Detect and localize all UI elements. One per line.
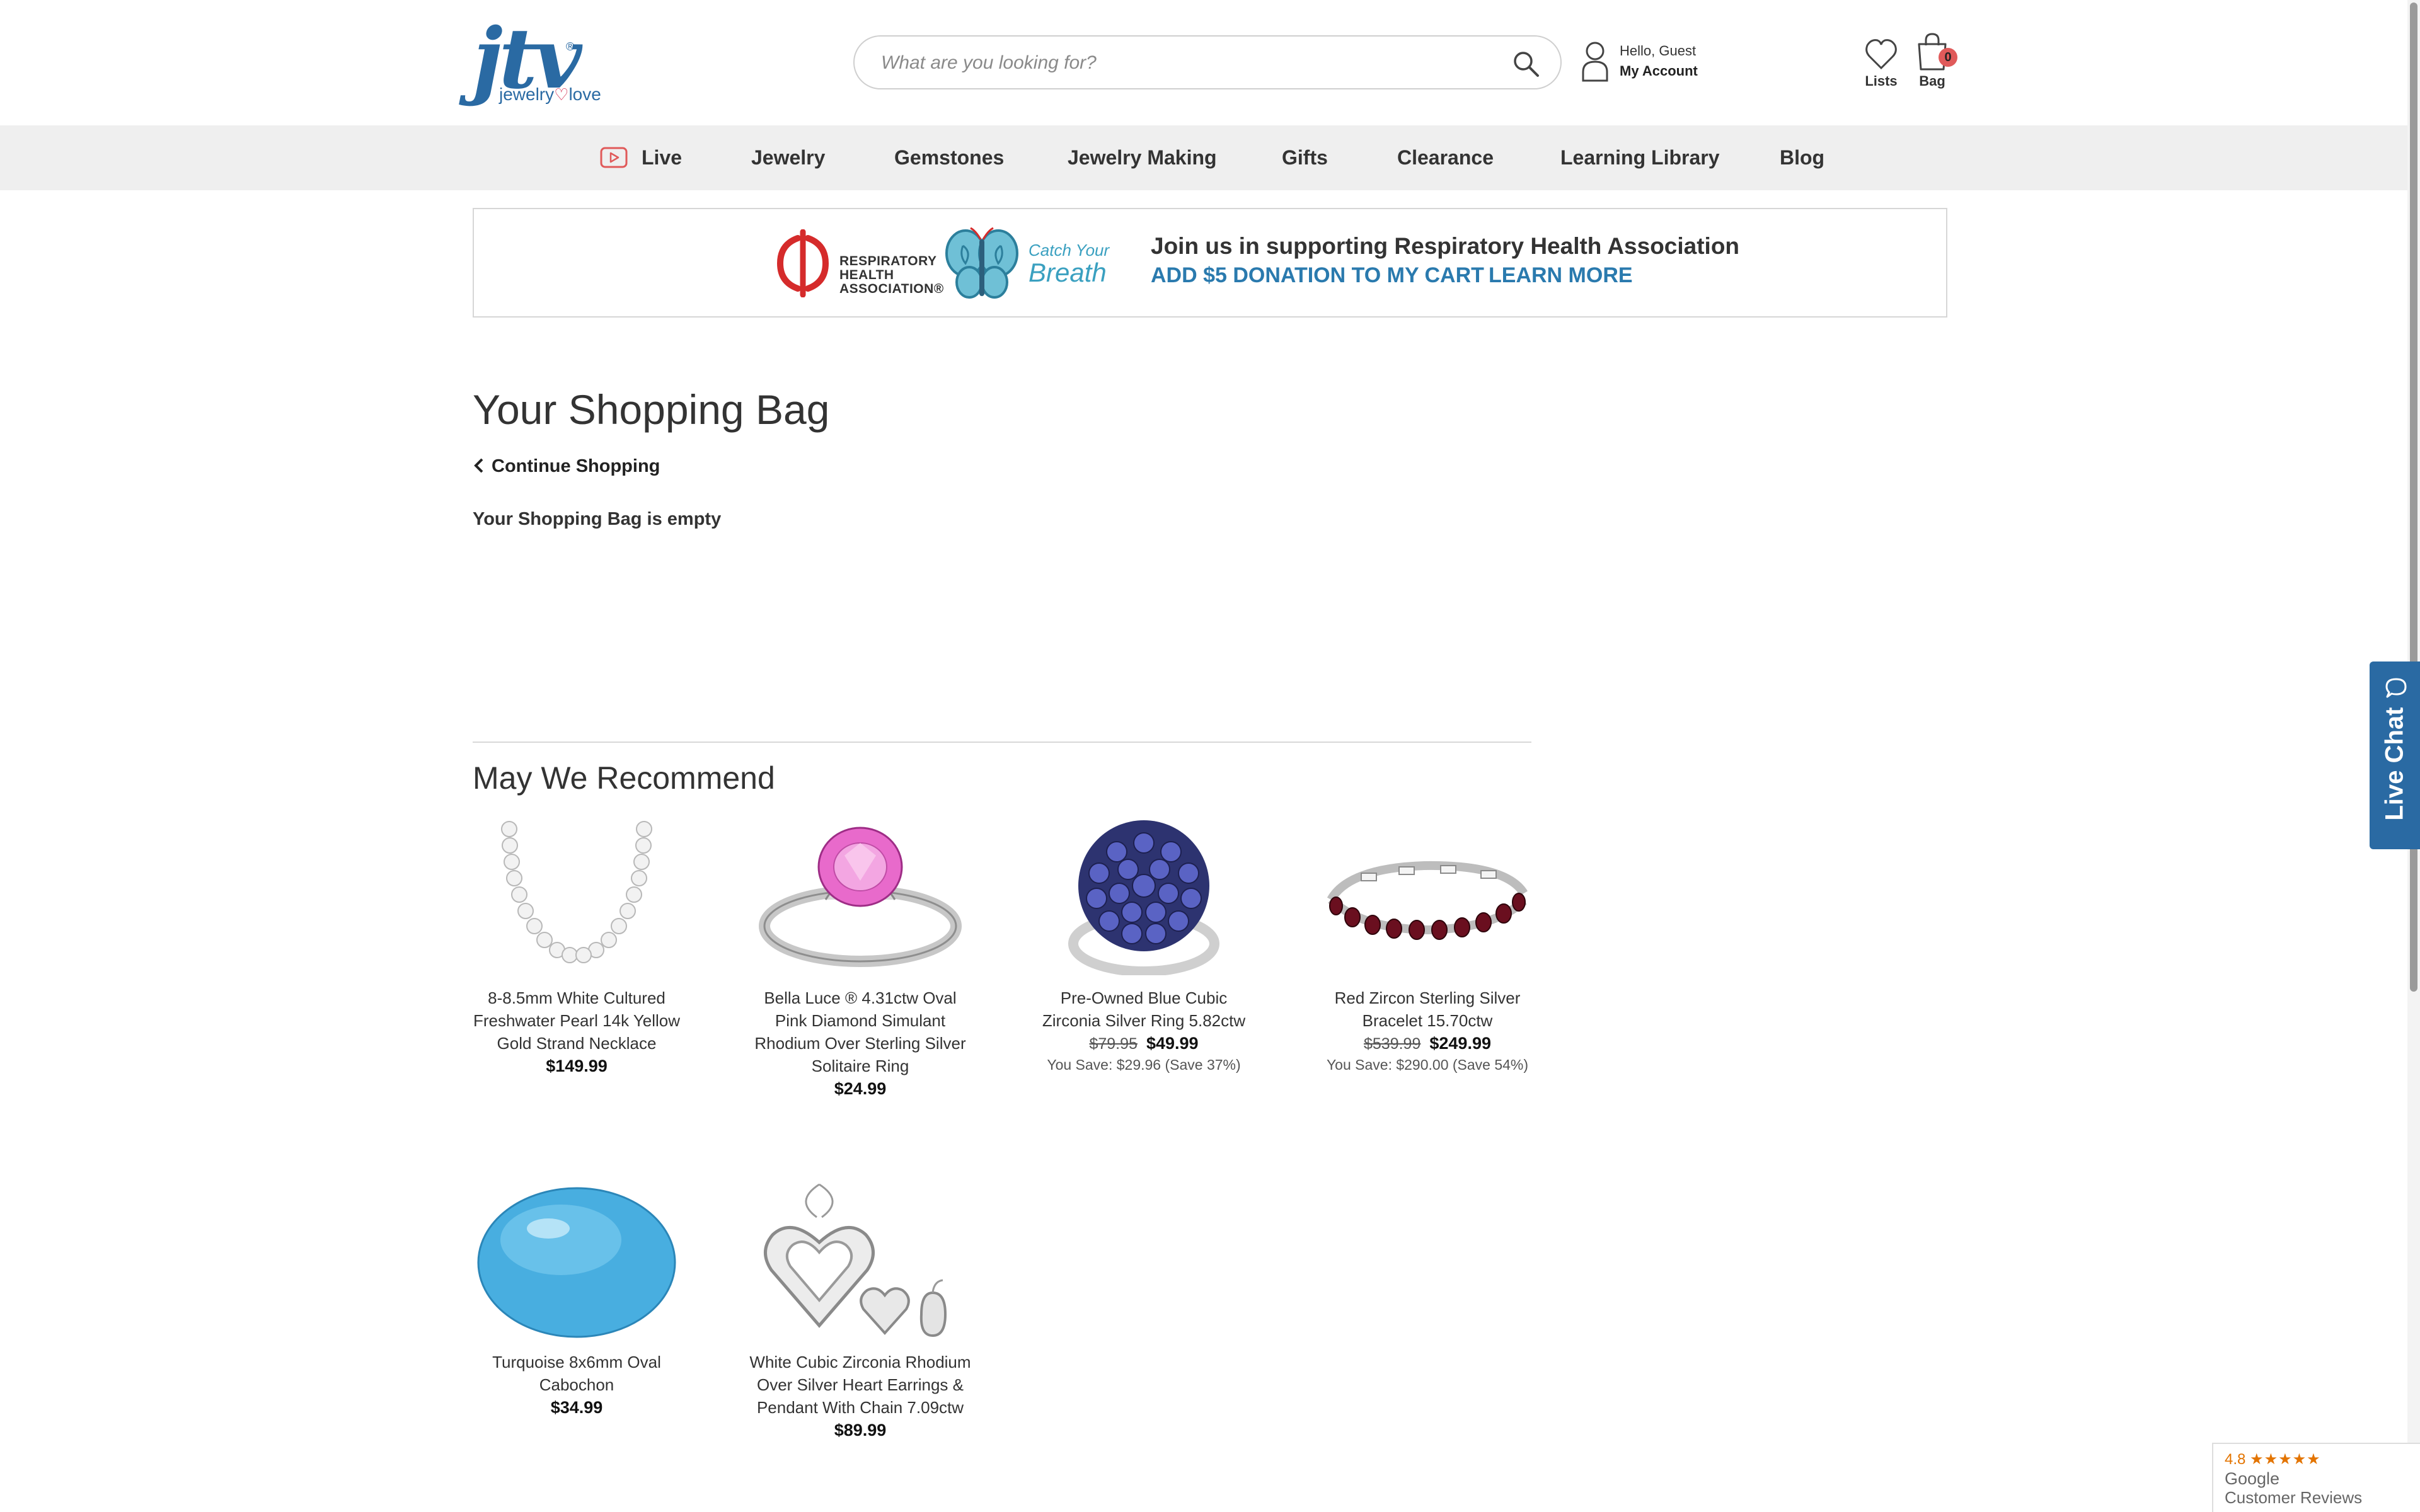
rha-line-1: RESPIRATORY: [839, 254, 937, 268]
price-row: $34.99: [463, 1396, 690, 1419]
live-chat-tab[interactable]: Live Chat: [2370, 662, 2420, 849]
rha-reg-mark: ®: [933, 282, 944, 296]
price-row: $149.99: [463, 1055, 690, 1077]
blue-ring-image: [1068, 820, 1219, 976]
savings-text: You Save: $29.96 (Save 37%): [1047, 1057, 1241, 1073]
product-card-blue-cz-ring[interactable]: Pre-Owned Blue Cubic Zirconia Silver Rin…: [1030, 818, 1257, 1074]
lists-label: Lists: [1865, 73, 1898, 89]
product-image[interactable]: [473, 1182, 681, 1339]
product-image[interactable]: [756, 1182, 964, 1339]
product-price: $149.99: [546, 1057, 608, 1075]
bag-count-badge: 0: [1939, 48, 1957, 67]
product-card-red-bracelet[interactable]: Red Zircon Sterling Silver Bracelet 15.7…: [1314, 818, 1541, 1074]
customer-reviews-label: Customer Reviews: [2225, 1488, 2363, 1507]
product-card-pearl-necklace[interactable]: 8-8.5mm White Cultured Freshwater Pearl …: [463, 818, 690, 1077]
search-input[interactable]: [880, 48, 1487, 78]
product-price: $249.99: [1429, 1034, 1491, 1053]
savings-text: You Save: $290.00 (Save 54%): [1326, 1057, 1529, 1073]
product-name[interactable]: White Cubic Zirconia Rhodium Over Silver…: [747, 1351, 974, 1419]
heart-icon: ♡: [554, 85, 569, 104]
nav-item-clearance[interactable]: Clearance: [1397, 125, 1494, 190]
butterfly-icon: [945, 227, 1018, 299]
catch-your-breath-logo: Catch Your Breath: [1028, 241, 1109, 288]
star-rating-icon: ★★★★★: [2250, 1451, 2321, 1468]
site-header: jtv ® jewelry♡love Hello, Guest My Accou…: [0, 0, 2420, 125]
donation-banner: RESPIRATORY HEALTH ASSOCIATION® Catch Yo…: [473, 208, 1947, 318]
price-row: $79.95 $49.99: [1030, 1032, 1257, 1055]
main-nav: Live Jewelry Gemstones Jewelry Making Gi…: [0, 125, 2420, 190]
play-icon: [600, 147, 628, 168]
nav-item-gemstones[interactable]: Gemstones: [894, 125, 1004, 190]
continue-shopping-label: Continue Shopping: [492, 456, 660, 476]
rha-logo-text: RESPIRATORY HEALTH ASSOCIATION®: [839, 255, 944, 296]
product-card-pink-ring[interactable]: Bella Luce ® 4.31ctw Oval Pink Diamond S…: [747, 818, 974, 1100]
nav-item-blog[interactable]: Blog: [1780, 125, 1824, 190]
rha-line-3: ASSOCIATION: [839, 282, 934, 296]
nav-item-gifts[interactable]: Gifts: [1282, 125, 1328, 190]
rha-line-2: HEALTH: [839, 268, 894, 282]
product-name[interactable]: Turquoise 8x6mm Oval Cabochon: [463, 1351, 690, 1396]
rha-logo-mark: [776, 229, 829, 297]
banner-headline: Join us in supporting Respiratory Health…: [1151, 233, 1740, 259]
heart-set-image: [764, 1183, 947, 1337]
account-menu[interactable]: Hello, Guest My Account: [1581, 39, 1707, 86]
price-row: $89.99: [747, 1419, 974, 1441]
pink-ring-image: [759, 827, 962, 967]
product-image[interactable]: [1323, 818, 1531, 975]
rha-logo: RESPIRATORY HEALTH ASSOCIATION®: [776, 227, 953, 302]
original-price: $79.95: [1089, 1035, 1138, 1053]
recommend-heading: May We Recommend: [473, 760, 775, 796]
breath-text: Breath: [1028, 258, 1107, 287]
nav-item-jewelry[interactable]: Jewelry: [751, 125, 825, 190]
section-divider: [473, 742, 1531, 743]
bag-label: Bag: [1919, 73, 1945, 89]
nav-item-learning-library[interactable]: Learning Library: [1560, 125, 1720, 190]
google-reviews-badge[interactable]: 4.8 ★★★★★ Google Customer Reviews: [2212, 1443, 2420, 1512]
search-icon[interactable]: [1511, 49, 1540, 78]
nav-item-jewelry-making[interactable]: Jewelry Making: [1068, 125, 1217, 190]
turquoise-cabochon-image: [477, 1187, 676, 1338]
empty-bag-message: Your Shopping Bag is empty: [473, 509, 722, 529]
product-image[interactable]: [1040, 818, 1248, 976]
account-greeting: Hello, Guest: [1620, 43, 1697, 59]
price-row: $539.99 $249.99: [1314, 1032, 1541, 1055]
rating-value: 4.8: [2225, 1451, 2246, 1468]
pearl-necklace-image: [501, 821, 652, 963]
google-brand: Google: [2225, 1469, 2280, 1488]
product-price: $24.99: [834, 1079, 887, 1098]
product-name[interactable]: 8-8.5mm White Cultured Freshwater Pearl …: [463, 987, 690, 1055]
product-name[interactable]: Bella Luce ® 4.31ctw Oval Pink Diamond S…: [747, 987, 974, 1077]
product-price: $89.99: [834, 1421, 887, 1440]
product-price: $34.99: [550, 1398, 603, 1417]
jtv-logo[interactable]: jtv ® jewelry♡love: [473, 18, 601, 106]
logo-registered-mark: ®: [566, 40, 575, 53]
price-row: $24.99: [747, 1077, 974, 1100]
lists-button[interactable]: Lists: [1859, 37, 1903, 93]
logo-tagline: jewelry♡love: [499, 84, 601, 105]
nav-item-live[interactable]: Live: [642, 125, 682, 190]
my-account-link[interactable]: My Account: [1620, 63, 1698, 79]
product-image[interactable]: [473, 818, 681, 975]
product-name[interactable]: Pre-Owned Blue Cubic Zirconia Silver Rin…: [1030, 987, 1257, 1032]
live-chat-label: Live Chat: [2380, 707, 2409, 821]
google-rating: 4.8 ★★★★★: [2225, 1450, 2321, 1469]
logo-tagline-jewelry: jewelry: [499, 84, 555, 104]
continue-shopping-link[interactable]: Continue Shopping: [473, 456, 660, 477]
red-bracelet-image: [1327, 861, 1528, 940]
add-donation-link[interactable]: ADD $5 DONATION TO MY CART: [1151, 263, 1484, 288]
original-price: $539.99: [1364, 1035, 1421, 1053]
product-card-turquoise-cabochon[interactable]: Turquoise 8x6mm Oval Cabochon $34.99: [463, 1182, 690, 1419]
product-name[interactable]: Red Zircon Sterling Silver Bracelet 15.7…: [1314, 987, 1541, 1032]
chevron-left-icon: [474, 458, 483, 473]
user-icon: [1582, 42, 1608, 82]
page-title: Your Shopping Bag: [473, 386, 830, 433]
product-card-heart-set[interactable]: White Cubic Zirconia Rhodium Over Silver…: [747, 1182, 974, 1441]
product-image[interactable]: [756, 818, 964, 975]
heart-icon: [1865, 39, 1897, 70]
bag-button[interactable]: 0 Bag: [1912, 32, 1957, 93]
logo-tagline-love: love: [568, 84, 601, 104]
learn-more-link[interactable]: LEARN MORE: [1489, 263, 1633, 288]
search-bar: [853, 35, 1562, 89]
product-price: $49.99: [1146, 1034, 1199, 1053]
